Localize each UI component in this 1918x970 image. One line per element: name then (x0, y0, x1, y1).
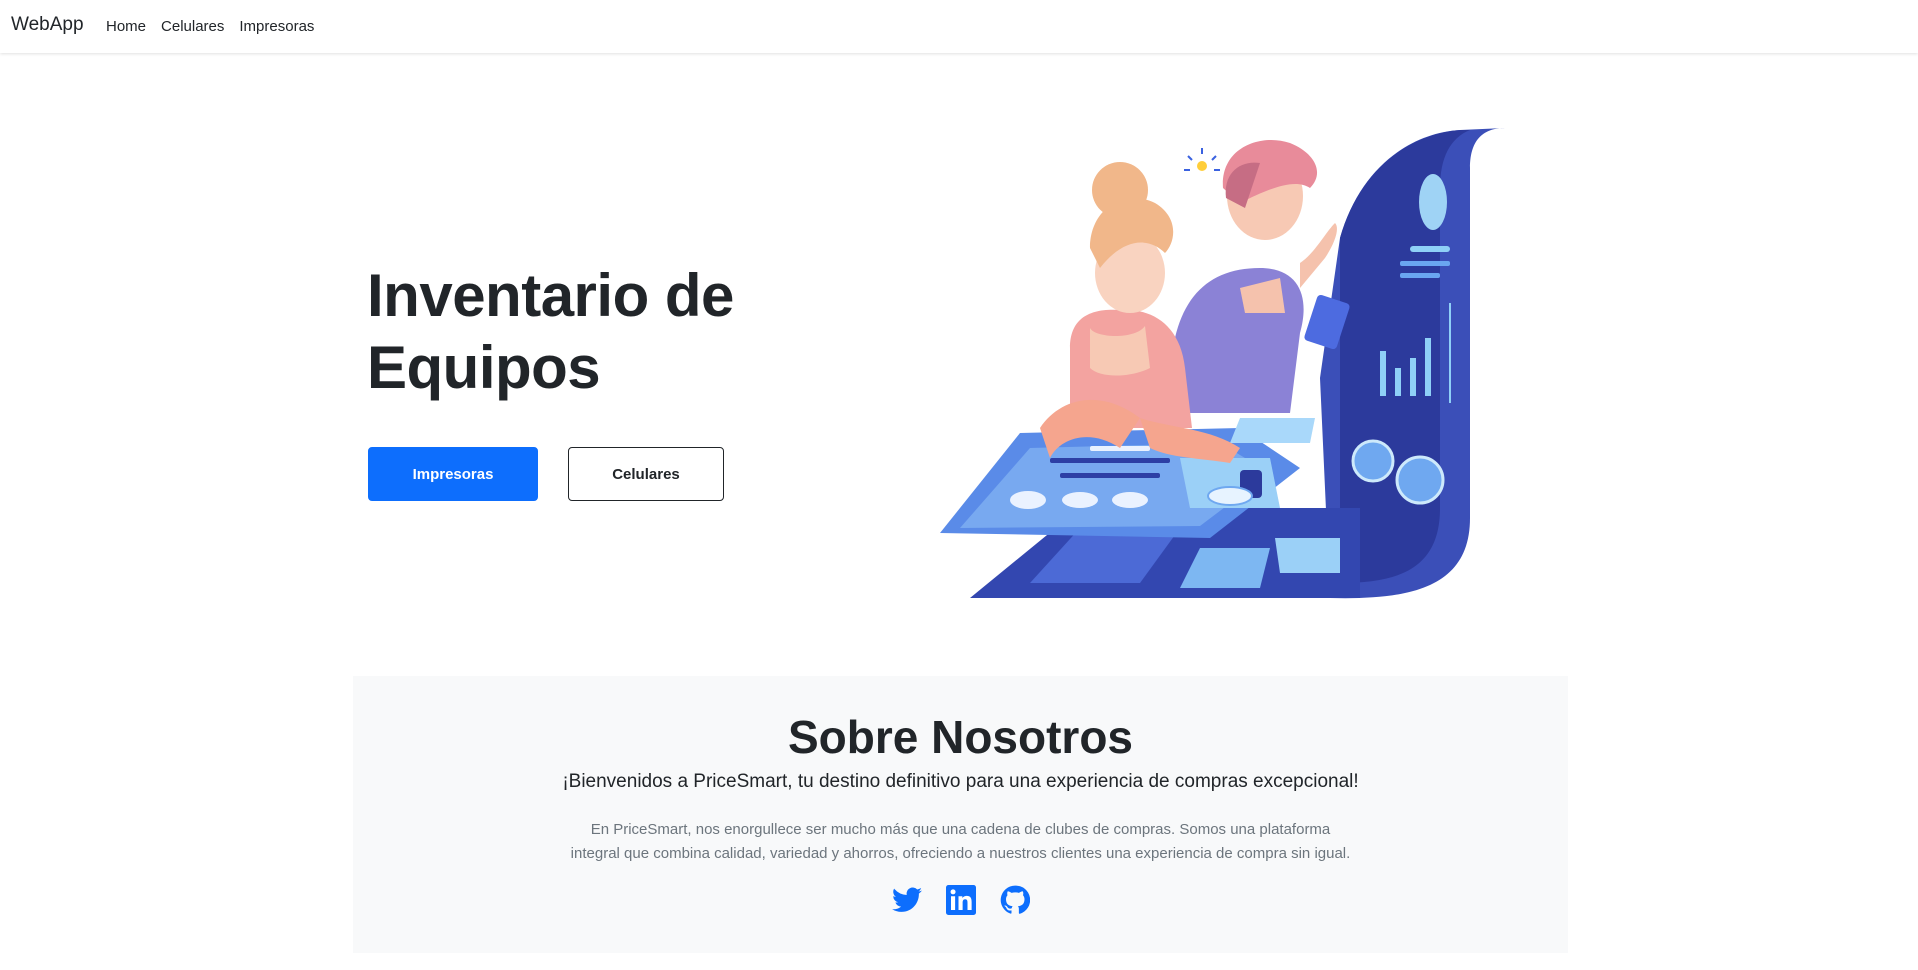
nav-link-impresoras[interactable]: Impresoras (239, 18, 314, 35)
impresoras-button[interactable]: Impresoras (368, 447, 538, 501)
brand-logo[interactable]: WebApp (11, 14, 84, 36)
about-lead: ¡Bienvenidos a PriceSmart, tu destino de… (562, 771, 1359, 792)
navbar: WebApp Home Celulares Impresoras (0, 0, 1918, 53)
twitter-icon[interactable] (891, 884, 923, 916)
about-body: En PriceSmart, nos enorgullece ser mucho… (570, 821, 1351, 862)
nav-links: Home Celulares Impresoras (106, 18, 329, 35)
about-section: Sobre Nosotros ¡Bienvenidos a PriceSmart… (353, 676, 1568, 953)
social-links (353, 884, 1568, 916)
github-icon[interactable] (999, 884, 1031, 916)
man-body (1170, 268, 1304, 413)
celulares-button[interactable]: Celulares (568, 447, 724, 501)
hero-title: Inventario de Equipos (367, 262, 734, 401)
hero-illustration (940, 128, 1505, 599)
linkedin-icon[interactable] (945, 884, 977, 916)
nav-link-celulares[interactable]: Celulares (161, 18, 224, 35)
nav-link-home[interactable]: Home (106, 18, 146, 35)
about-title: Sobre Nosotros (787, 711, 1134, 763)
